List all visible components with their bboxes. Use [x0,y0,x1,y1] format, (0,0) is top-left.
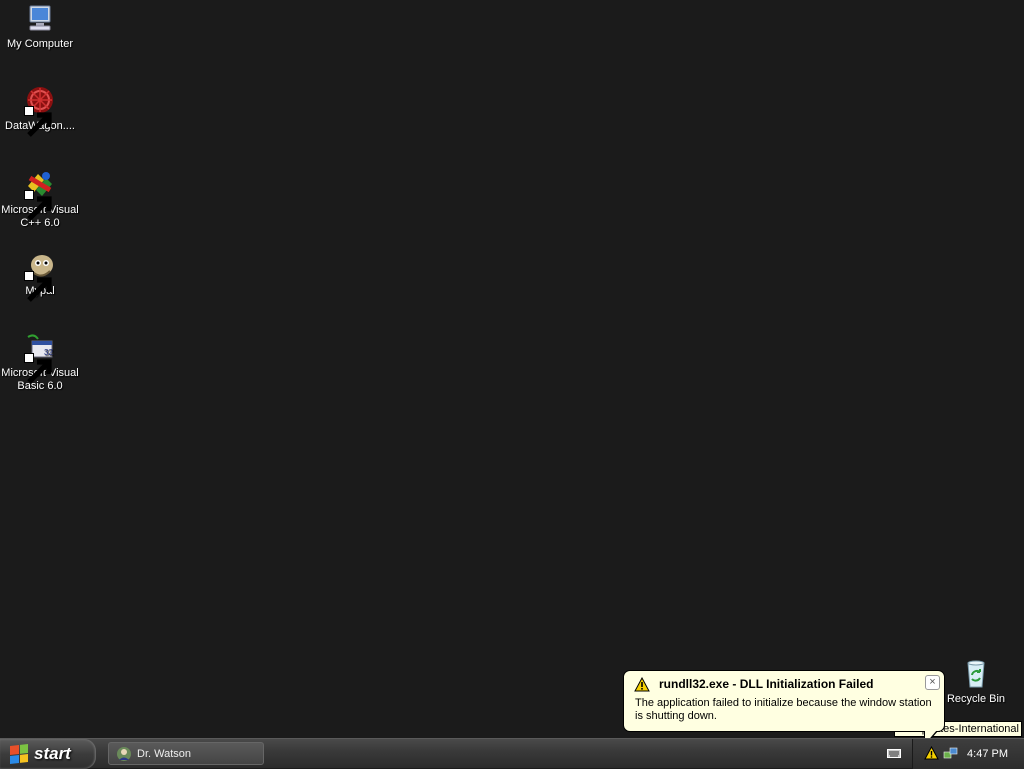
desktop-icon-label: Recycle Bin [946,693,1006,705]
tray-clock[interactable]: 4:47 PM [967,748,1008,760]
keyboard-icon[interactable] [887,747,901,759]
tray-warning-icon[interactable] [924,746,939,760]
taskbar-button-label: Dr. Watson [137,747,191,760]
desktop-icon-mypal[interactable]: Mypal [0,249,80,302]
visual-cpp-icon [24,168,56,221]
my-computer-icon [24,2,56,34]
desktop-icon-datawagon[interactable]: DataWagon.... [0,84,80,137]
start-label: start [34,744,71,763]
desktop-icon-visual-basic[interactable]: 32 Microsoft Visual Basic 6.0 [0,331,80,393]
balloon-message: The application failed to initialize bec… [635,697,932,722]
dr-watson-icon [117,746,131,761]
balloon-title: rundll32.exe - DLL Initialization Failed [659,677,874,691]
visual-basic-icon: 32 [24,331,56,384]
desktop-icon-label: My Computer [6,38,74,50]
network-icon[interactable] [943,746,958,760]
system-tray: 4:47 PM [912,739,1024,769]
desktop-icon-recycle-bin[interactable]: Recycle Bin [936,657,1016,706]
start-button[interactable]: start [0,739,96,769]
taskbar-button-dr-watson[interactable]: Dr. Watson [108,742,264,765]
balloon-close-button[interactable]: × [925,675,940,690]
datawagon-icon [24,84,56,137]
windows-logo-icon [10,744,28,764]
recycle-bin-icon [960,657,992,689]
shortcut-arrow-icon [24,271,52,302]
taskbar: start Dr. Watson 4:47 PM [0,738,1024,769]
shortcut-arrow-icon [24,190,52,221]
error-balloon[interactable]: rundll32.exe - DLL Initialization Failed… [623,670,945,747]
shortcut-arrow-icon [24,353,52,384]
desktop-icon-visual-cpp[interactable]: Microsoft Visual C++ 6.0 [0,168,80,230]
shortcut-arrow-icon [24,106,52,137]
warning-icon [634,676,650,692]
desktop-icon-my-computer[interactable]: My Computer [0,2,80,51]
mypal-icon [24,249,56,302]
